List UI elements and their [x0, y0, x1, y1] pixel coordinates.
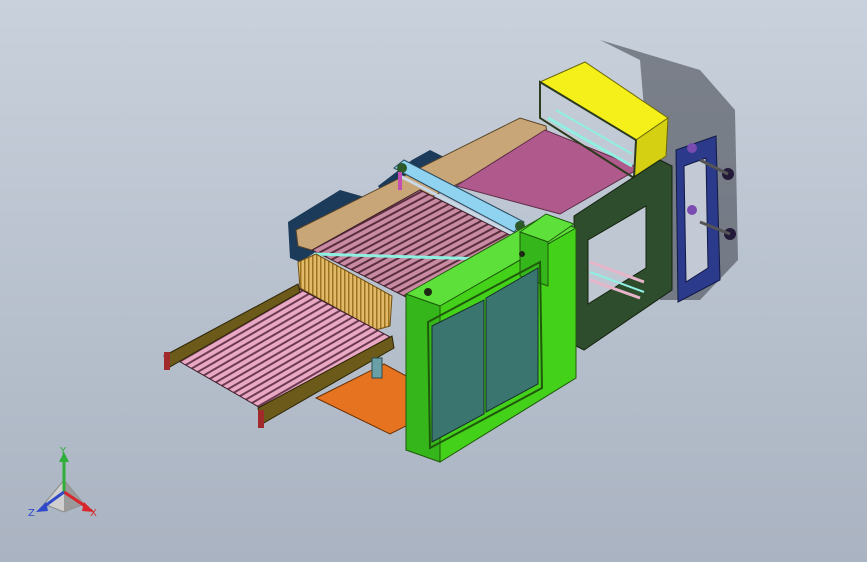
adjust-knob-3: [687, 143, 697, 153]
cad-model-scene[interactable]: [0, 0, 867, 562]
view-orientation-triad[interactable]: Y X Z: [22, 446, 106, 524]
x-axis-label: X: [90, 508, 97, 519]
graphics-viewport[interactable]: Y X Z: [0, 0, 867, 562]
conveyor-support: [371, 357, 383, 379]
y-axis-label: Y: [59, 446, 67, 457]
frame-bolt: [424, 288, 432, 296]
triad-base-shade: [64, 480, 84, 512]
conveyor-end-cap-left: [164, 352, 170, 370]
z-axis-label: Z: [28, 508, 35, 519]
beam-post-1: [398, 172, 402, 190]
adjust-knob-4: [687, 205, 697, 215]
conveyor-end-cap-right: [258, 410, 264, 428]
blue-panel-cutout: [683, 157, 709, 283]
frame-bolt-2: [519, 251, 525, 257]
z-axis-arrow: [36, 502, 48, 512]
beam-bolt-1: [397, 163, 407, 173]
